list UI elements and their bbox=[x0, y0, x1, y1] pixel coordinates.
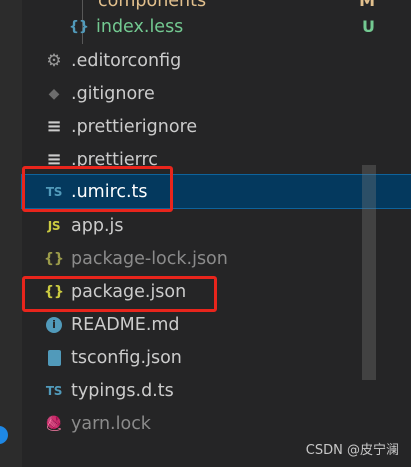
tree-item-label: .gitignore bbox=[71, 83, 155, 104]
tsconfig-icon bbox=[43, 347, 65, 369]
tree-item-yarn-lock[interactable]: 🧶 yarn.lock bbox=[22, 407, 411, 440]
tree-item-label: .editorconfig bbox=[71, 50, 182, 71]
tree-item-label: typings.d.ts bbox=[71, 380, 174, 401]
accounts-badge[interactable] bbox=[0, 426, 8, 444]
tree-item-label: components bbox=[98, 0, 207, 11]
tree-item-gitignore[interactable]: ◆ .gitignore bbox=[22, 77, 411, 110]
tree-item-label: package-lock.json bbox=[71, 248, 228, 269]
info-glyph: i bbox=[46, 316, 62, 333]
tree-item-prettierignore[interactable]: ≡ .prettierignore bbox=[22, 110, 411, 143]
typescript-icon: TS bbox=[45, 383, 63, 398]
git-modified-badge: M bbox=[359, 0, 375, 10]
tree-item-editorconfig[interactable]: ⚙ .editorconfig bbox=[22, 44, 411, 77]
tree-item-label: yarn.lock bbox=[71, 413, 151, 434]
gear-icon: ⚙ bbox=[46, 50, 62, 71]
lines-icon: ≡ bbox=[46, 116, 62, 137]
highlight-box-package-json bbox=[22, 276, 217, 312]
highlight-box-umirc bbox=[22, 166, 173, 212]
tree-item-label: tsconfig.json bbox=[71, 347, 182, 368]
tree-item-package-lock-json[interactable]: {} package-lock.json bbox=[22, 242, 411, 275]
vertical-scrollbar[interactable] bbox=[362, 165, 376, 380]
tree-item-label: index.less bbox=[96, 16, 184, 37]
tree-item-label: app.js bbox=[71, 215, 124, 236]
tree-item-typings-d-ts[interactable]: TS typings.d.ts bbox=[22, 374, 411, 407]
tree-item-index-less[interactable]: {} index.less U bbox=[22, 10, 411, 43]
yarn-icon: 🧶 bbox=[45, 415, 63, 432]
tsconfig-shape bbox=[47, 349, 61, 366]
tree-item-readme-md[interactable]: i README.md bbox=[22, 308, 411, 341]
tree-item-label: .prettierignore bbox=[71, 116, 198, 137]
json-icon: {} bbox=[44, 250, 64, 267]
explorer-file-tree: components M {} index.less U ⚙ .editorco… bbox=[21, 0, 411, 467]
info-icon: i bbox=[43, 314, 65, 336]
watermark-text: CSDN @皮宁澜 bbox=[305, 443, 399, 458]
git-icon: ◆ bbox=[48, 85, 60, 102]
tree-item-app-js[interactable]: JS app.js bbox=[22, 209, 411, 242]
tree-item-tsconfig-json[interactable]: tsconfig.json bbox=[22, 341, 411, 374]
git-untracked-badge: U bbox=[362, 17, 375, 36]
activity-bar bbox=[0, 0, 22, 467]
tree-item-label: README.md bbox=[71, 314, 180, 335]
less-file-icon: {} bbox=[69, 18, 89, 35]
javascript-icon: JS bbox=[47, 218, 61, 233]
